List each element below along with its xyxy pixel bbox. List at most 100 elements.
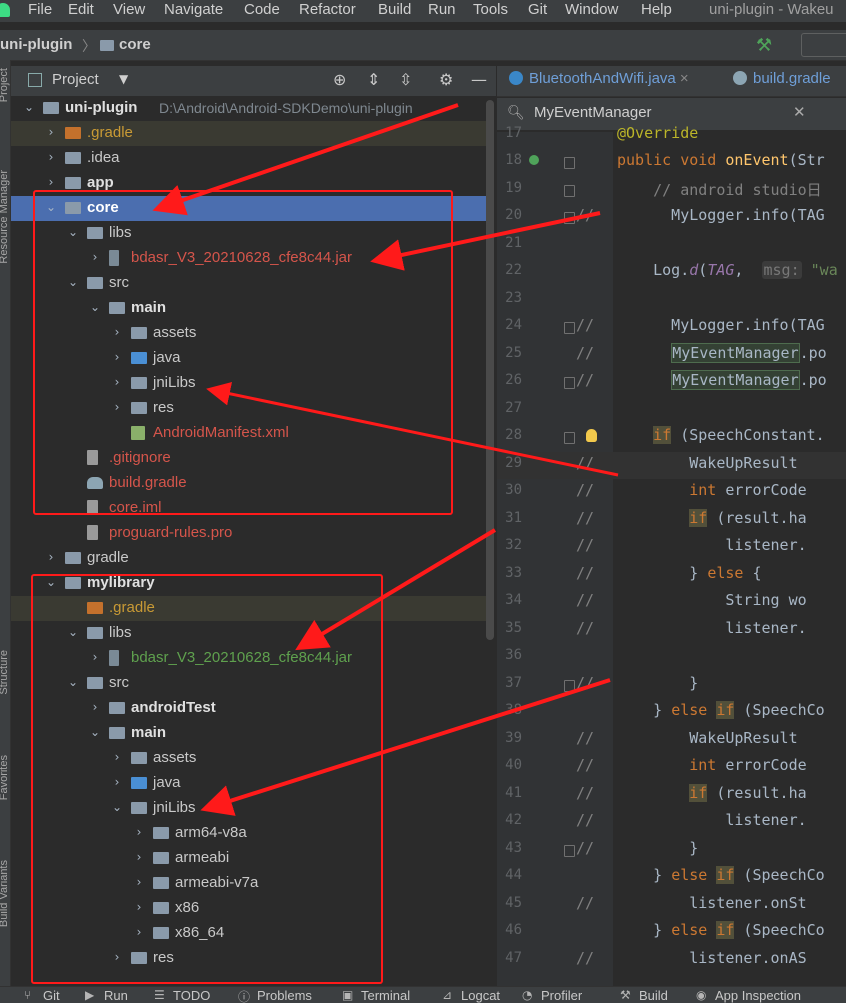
breadcrumb-project[interactable]: uni-plugin xyxy=(0,36,72,53)
tree-node[interactable]: .gitignore xyxy=(11,446,486,471)
chevron-right-icon[interactable]: › xyxy=(45,125,57,139)
tree-node[interactable]: › arm64-v8a xyxy=(11,821,486,846)
project-tool-tab[interactable]: Project xyxy=(0,68,10,102)
chevron-down-icon[interactable]: ⌄ xyxy=(67,625,79,639)
tree-node[interactable]: › assets xyxy=(11,746,486,771)
code-line[interactable]: 27 xyxy=(497,397,846,424)
code-line[interactable]: 34 // String wo xyxy=(497,589,846,616)
tree-node[interactable]: › .idea xyxy=(11,146,486,171)
fold-marker-icon[interactable] xyxy=(564,679,575,692)
chevron-right-icon[interactable]: › xyxy=(45,150,57,164)
code-line[interactable]: 37 // } xyxy=(497,672,846,699)
chevron-right-icon[interactable]: › xyxy=(133,925,145,939)
tab-build-gradle[interactable]: build.gradle xyxy=(733,70,831,87)
close-icon[interactable]: ✕ xyxy=(793,103,806,121)
code-line[interactable]: 43 // } xyxy=(497,837,846,864)
code-line[interactable]: 46 } else if (SpeechCo xyxy=(497,919,846,946)
tool-window-logcat[interactable]: Logcat xyxy=(461,988,500,1003)
code-line[interactable]: 41 // if (result.ha xyxy=(497,782,846,809)
tree-node[interactable]: ⌄ mylibrary xyxy=(11,571,486,596)
chevron-right-icon[interactable]: › xyxy=(111,775,123,789)
search-input[interactable]: MyEventManager xyxy=(534,104,652,121)
chevron-right-icon[interactable]: › xyxy=(89,700,101,714)
fold-marker-icon[interactable] xyxy=(564,212,575,224)
close-icon[interactable]: × xyxy=(680,70,689,87)
menu-navigate[interactable]: Navigate xyxy=(164,1,223,18)
code-line[interactable]: 22 Log.d(TAG, msg: "wa xyxy=(497,259,846,286)
chevron-right-icon[interactable]: › xyxy=(111,400,123,414)
chevron-down-icon[interactable]: ⌄ xyxy=(67,675,79,689)
code-line[interactable]: 25 // MyEventManager.po xyxy=(497,342,846,369)
fold-marker-icon[interactable] xyxy=(564,157,575,169)
tree-node[interactable]: › res xyxy=(11,396,486,421)
search-icon[interactable]: 🔍︎ xyxy=(507,105,525,121)
tool-window-run[interactable]: Run xyxy=(104,988,128,1003)
code-line[interactable]: 21 xyxy=(497,232,846,259)
code-line[interactable]: 38 } else if (SpeechCo xyxy=(497,699,846,726)
tool-window-profiler[interactable]: Profiler xyxy=(541,988,582,1003)
structure-tool-tab[interactable]: Structure xyxy=(0,650,10,695)
chevron-right-icon[interactable]: › xyxy=(45,550,57,564)
tree-node[interactable]: ⌄ src xyxy=(11,271,486,296)
tree-node[interactable]: › gradle xyxy=(11,546,486,571)
chevron-down-icon[interactable]: ▼ xyxy=(119,72,128,86)
chevron-right-icon[interactable]: › xyxy=(111,375,123,389)
tool-window-terminal[interactable]: Terminal xyxy=(361,988,410,1003)
chevron-down-icon[interactable]: ⌄ xyxy=(89,300,101,314)
menu-refactor[interactable]: Refactor xyxy=(299,1,356,18)
fold-marker-icon[interactable] xyxy=(564,184,575,197)
tree-node[interactable]: › androidTest xyxy=(11,696,486,721)
code-line[interactable]: 19 // android studio日 xyxy=(497,177,846,204)
code-line[interactable]: 24 // MyLogger.info(TAG xyxy=(497,314,846,341)
code-line[interactable]: 40 // int errorCode xyxy=(497,754,846,781)
menu-window[interactable]: Window xyxy=(565,1,618,18)
code-line[interactable]: 31 // if (result.ha xyxy=(497,507,846,534)
tree-node[interactable]: core.iml xyxy=(11,496,486,521)
code-line[interactable]: 28 if (SpeechConstant. xyxy=(497,424,846,451)
fold-marker-icon[interactable] xyxy=(564,844,575,857)
tree-node[interactable]: › bdasr_V3_20210628_cfe8c44.jar xyxy=(11,646,486,671)
chevron-right-icon[interactable]: › xyxy=(111,325,123,339)
code-line[interactable]: 20 // MyLogger.info(TAG xyxy=(497,204,846,231)
chevron-right-icon[interactable]: › xyxy=(45,175,57,189)
menu-tools[interactable]: Tools xyxy=(473,1,508,18)
code-line[interactable]: 33 // } else { xyxy=(497,562,846,589)
code-line[interactable]: 30 // int errorCode xyxy=(497,479,846,506)
tree-node[interactable]: ⌄ main xyxy=(11,296,486,321)
code-line[interactable]: 35 // listener. xyxy=(497,617,846,644)
tool-window-problems[interactable]: Problems xyxy=(257,988,312,1003)
tree-node[interactable]: build.gradle xyxy=(11,471,486,496)
menu-edit[interactable]: Edit xyxy=(68,1,94,18)
locate-target-icon[interactable]: ⊕ xyxy=(333,70,346,89)
tree-node[interactable]: ⌄ src xyxy=(11,671,486,696)
code-line[interactable]: 23 xyxy=(497,287,846,314)
tree-node[interactable]: › res xyxy=(11,946,486,971)
chevron-right-icon[interactable]: › xyxy=(111,950,123,964)
chevron-right-icon[interactable]: › xyxy=(133,875,145,889)
chevron-right-icon[interactable]: › xyxy=(111,350,123,364)
code-line[interactable]: 32 // listener. xyxy=(497,534,846,561)
menu-run[interactable]: Run xyxy=(428,1,456,18)
chevron-right-icon[interactable]: › xyxy=(133,900,145,914)
tool-window-todo[interactable]: TODO xyxy=(173,988,210,1003)
tree-node[interactable]: ⌄ libs xyxy=(11,621,486,646)
chevron-down-icon[interactable]: ⌄ xyxy=(67,225,79,239)
code-line[interactable]: 17 @Override xyxy=(497,122,846,149)
override-icon[interactable] xyxy=(529,155,539,165)
resource-manager-tool-tab[interactable]: Resource Manager xyxy=(0,170,10,264)
tool-window-build[interactable]: Build xyxy=(639,988,668,1003)
chevron-down-icon[interactable]: ⌄ xyxy=(45,200,57,214)
code-line[interactable]: 47 // listener.onAS xyxy=(497,947,846,974)
menu-build[interactable]: Build xyxy=(378,1,411,18)
tree-node[interactable]: ⌄ uni-plugin D:\Android\Android-SDKDemo\un… xyxy=(11,96,486,121)
expand-all-icon[interactable]: ⇕ xyxy=(367,70,380,89)
code-line[interactable]: 45 // listener.onSt xyxy=(497,892,846,919)
intention-bulb-icon[interactable] xyxy=(586,429,597,442)
chevron-right-icon[interactable]: › xyxy=(111,750,123,764)
chevron-down-icon[interactable]: ⌄ xyxy=(67,275,79,289)
menu-code[interactable]: Code xyxy=(244,1,280,18)
code-line[interactable]: 42 // listener. xyxy=(497,809,846,836)
hammer-build-icon[interactable]: ⚒ xyxy=(756,35,772,56)
tree-node[interactable]: .gradle xyxy=(11,596,486,621)
tree-node[interactable]: ⌄ libs xyxy=(11,221,486,246)
